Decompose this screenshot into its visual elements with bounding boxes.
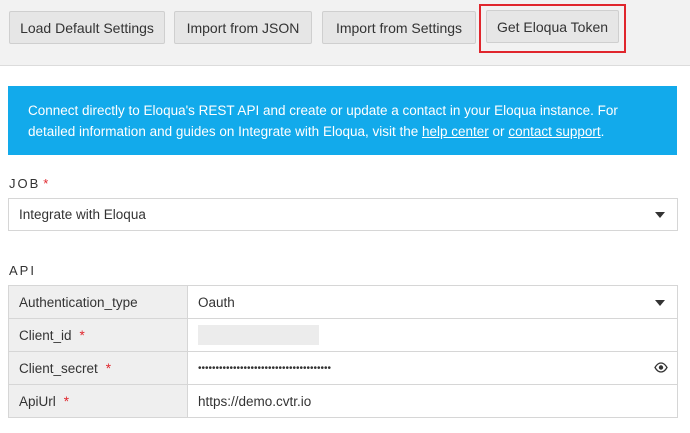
api-url-field[interactable]: https://demo.cvtr.io	[188, 385, 677, 417]
info-banner: Connect directly to Eloqua's REST API an…	[8, 86, 677, 155]
authentication-type-select[interactable]: Oauth	[188, 286, 677, 318]
job-select-value: Integrate with Eloqua	[19, 207, 146, 222]
api-url-value: https://demo.cvtr.io	[198, 393, 312, 409]
table-row: ApiUrl * https://demo.cvtr.io	[9, 385, 677, 417]
table-row: Client_secret * •••••••••••••••••••••••••…	[9, 352, 677, 385]
chevron-down-icon	[655, 300, 665, 306]
eye-icon[interactable]	[654, 362, 668, 373]
field-label: Client_id *	[9, 319, 188, 351]
import-from-json-button[interactable]: Import from JSON	[174, 11, 312, 44]
job-section-label: JOB *	[9, 176, 48, 191]
toolbar: Load Default Settings Import from JSON I…	[0, 0, 690, 66]
required-mark: *	[63, 393, 70, 409]
client-secret-value: ••••••••••••••••••••••••••••••••••••••	[198, 362, 332, 374]
api-section-label: API	[9, 263, 36, 278]
field-label: Authentication_type	[9, 286, 188, 318]
required-mark: *	[43, 176, 49, 191]
chevron-down-icon	[655, 212, 665, 218]
info-text-end: .	[600, 124, 605, 139]
load-default-settings-button[interactable]: Load Default Settings	[9, 11, 165, 44]
table-row: Authentication_type Oauth	[9, 286, 677, 319]
client-secret-field[interactable]: ••••••••••••••••••••••••••••••••••••••	[188, 352, 677, 384]
required-mark: *	[79, 327, 85, 343]
contact-support-link[interactable]: contact support	[508, 124, 600, 139]
field-label: ApiUrl *	[9, 385, 188, 417]
table-row: Client_id *	[9, 319, 677, 352]
job-label: JOB	[9, 176, 41, 191]
api-table: Authentication_type Oauth Client_id * Cli…	[8, 285, 678, 418]
job-select[interactable]: Integrate with Eloqua	[8, 198, 678, 231]
field-label: Client_secret *	[9, 352, 188, 384]
client-id-field[interactable]	[188, 319, 677, 351]
redacted-value	[198, 325, 319, 345]
authentication-type-value: Oauth	[198, 294, 235, 310]
field-key: ApiUrl	[19, 393, 56, 409]
get-eloqua-token-button[interactable]: Get Eloqua Token	[486, 10, 619, 43]
required-mark: *	[105, 360, 112, 376]
info-text-or: or	[488, 124, 509, 139]
field-key: Client_secret	[19, 360, 98, 376]
import-from-settings-button[interactable]: Import from Settings	[322, 11, 476, 44]
help-center-link[interactable]: help center	[422, 124, 489, 139]
field-key: Authentication_type	[19, 294, 138, 310]
api-label: API	[9, 263, 36, 278]
field-key: Client_id	[19, 327, 72, 343]
